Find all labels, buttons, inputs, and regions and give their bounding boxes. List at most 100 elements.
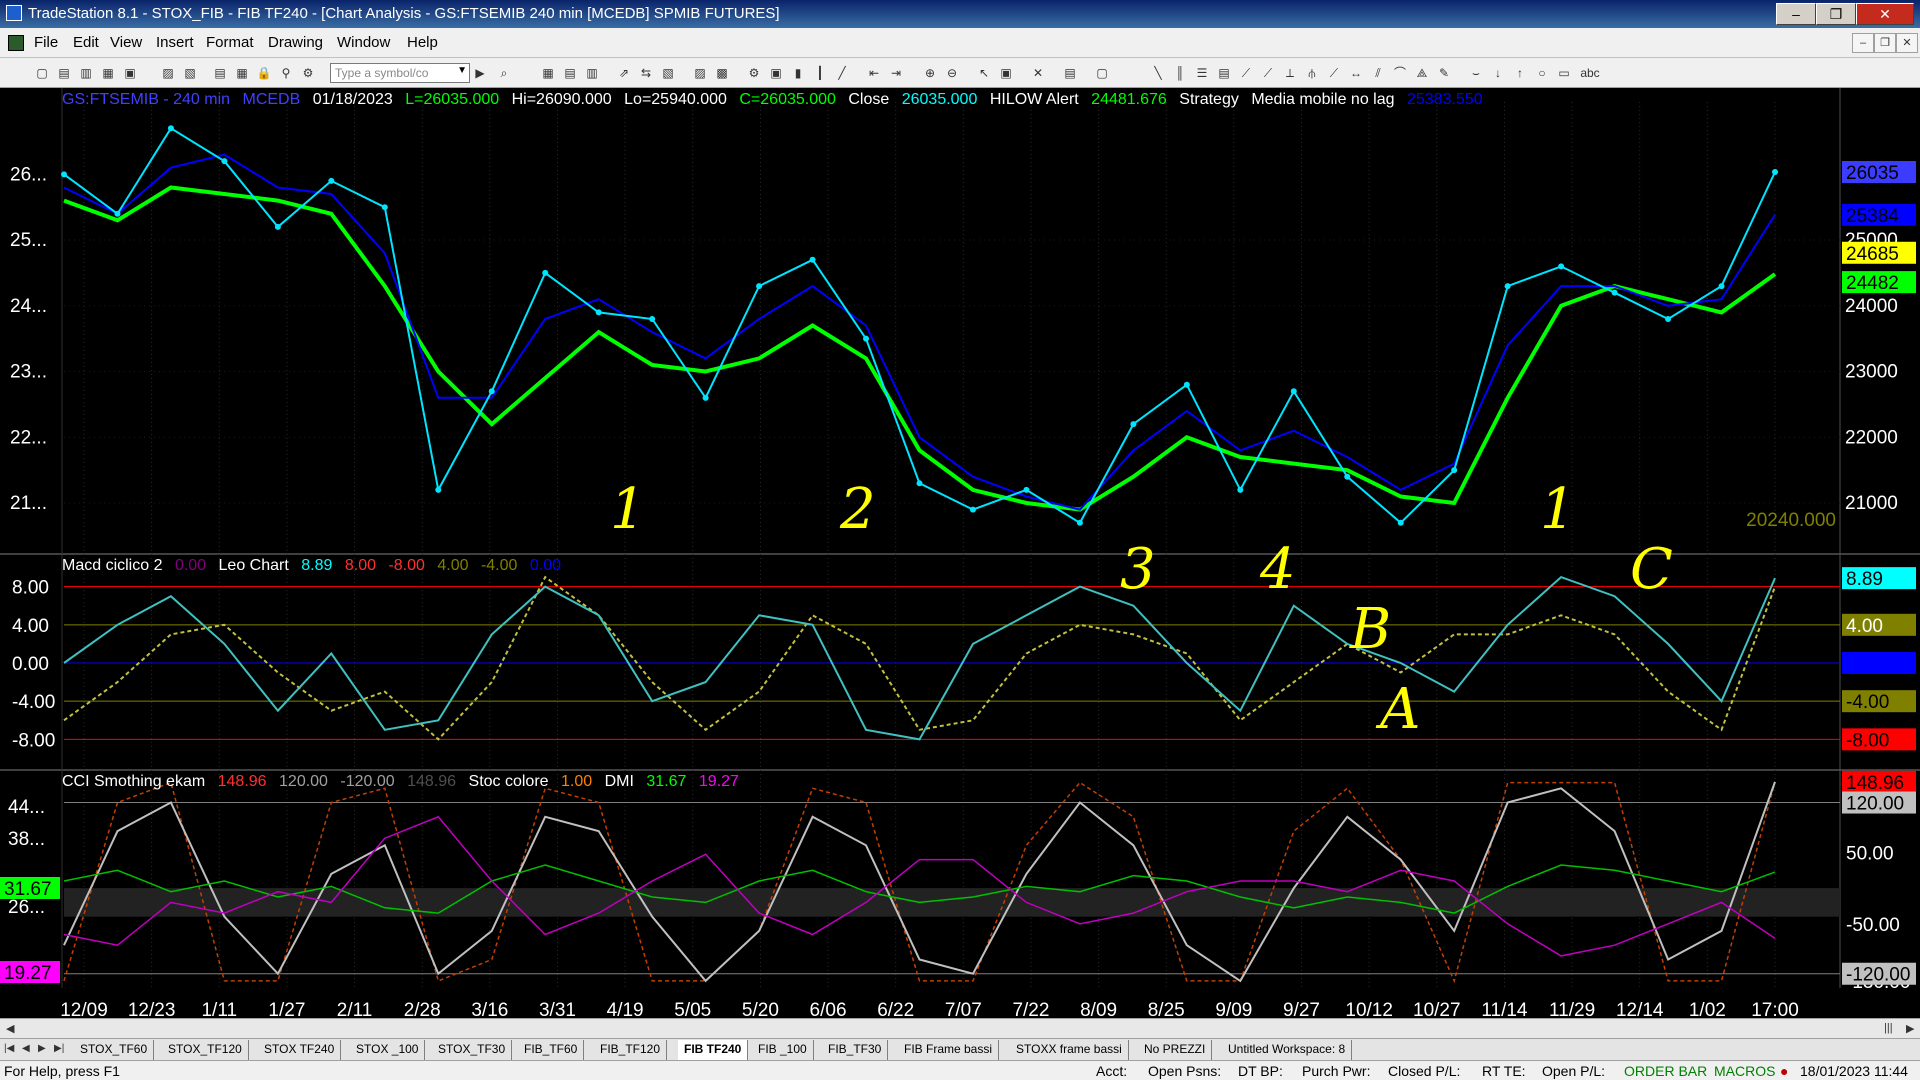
vertical-lines-icon[interactable]: ║	[1172, 65, 1188, 81]
andrews-pitchfork-icon[interactable]: ⫛	[1304, 65, 1320, 81]
window-copy-icon[interactable]: ▨	[692, 65, 708, 81]
rectangle-icon[interactable]: ▭	[1556, 65, 1572, 81]
menu-format[interactable]: Format	[206, 34, 254, 51]
open-icon[interactable]: ▤	[56, 65, 72, 81]
chart-analysis-window[interactable]: 12/09 12/23 1/11 1/27 2/11 2/28 3/16 3/31 4/19 5/…	[0, 88, 1920, 1018]
symbol-lookup-icon[interactable]: ⌕	[496, 65, 512, 81]
horizontal-lines-icon[interactable]: ☰	[1194, 65, 1210, 81]
tab-untitled-workspace[interactable]: Untitled Workspace: 8	[1222, 1040, 1353, 1060]
arrow-down-red-icon[interactable]: ↓	[1490, 65, 1506, 81]
bar-style-icon[interactable]: ▮	[790, 65, 806, 81]
scroll-thumb-icon[interactable]: |||	[1884, 1022, 1893, 1034]
zoom-in-icon[interactable]: ⊕	[922, 65, 938, 81]
print-icon[interactable]: ▨	[160, 65, 176, 81]
tab-fib-100[interactable]: FIB _100	[752, 1040, 814, 1060]
channel-icon[interactable]: ▤	[1216, 65, 1232, 81]
tools-icon[interactable]: ✕	[1030, 65, 1046, 81]
lock-icon[interactable]: 🔒	[256, 65, 272, 81]
tab-stox-100[interactable]: STOX _100	[350, 1040, 426, 1060]
chart-icon[interactable]: ▦	[540, 65, 556, 81]
tab-next-icon[interactable]: ▶	[38, 1043, 46, 1054]
speed-lines-icon[interactable]: ⟋	[1326, 65, 1342, 81]
menu-edit[interactable]: Edit	[73, 34, 99, 51]
candle-style-icon[interactable]: ┃	[812, 65, 828, 81]
mdi-close-button[interactable]: ✕	[1896, 33, 1918, 53]
scanner-icon[interactable]: ⚙	[746, 65, 762, 81]
text-icon[interactable]: abc	[1578, 65, 1602, 81]
menu-view[interactable]: View	[110, 34, 142, 51]
tab-no-prezzi[interactable]: No PREZZI	[1138, 1040, 1213, 1060]
tab-stox-tf120[interactable]: STOX_TF120	[162, 1040, 249, 1060]
insert-strategy-icon[interactable]: ⇆	[638, 65, 654, 81]
window-tile-icon[interactable]: ▦	[234, 65, 250, 81]
scroll-left-icon[interactable]: ⇤	[866, 65, 882, 81]
open-workspace-icon[interactable]: ▥	[78, 65, 94, 81]
minimize-button[interactable]: –	[1776, 3, 1816, 25]
zoom-out-icon[interactable]: ⊖	[944, 65, 960, 81]
tab-stox-tf30[interactable]: STOX_TF30	[432, 1040, 513, 1060]
link-icon[interactable]: ⚲	[278, 65, 294, 81]
tab-last-icon[interactable]: ▶|	[54, 1043, 64, 1054]
circle-icon[interactable]: ○	[1534, 65, 1550, 81]
menu-drawing[interactable]: Drawing	[268, 34, 323, 51]
pointer-icon[interactable]: ↖	[976, 65, 992, 81]
macro-icon[interactable]: ⚙	[300, 65, 316, 81]
trendline-icon[interactable]: ╲	[1150, 65, 1166, 81]
horizontal-scrollbar[interactable]: ◀ ||| ▶	[0, 1018, 1920, 1038]
window-new-icon[interactable]: ▤	[212, 65, 228, 81]
tab-fib-frame-bassi[interactable]: FIB Frame bassi	[898, 1040, 1000, 1060]
menu-help[interactable]: Help	[407, 34, 438, 51]
scroll-right-arrow-icon[interactable]: ▶	[1906, 1022, 1914, 1035]
new-icon[interactable]: ▢	[34, 65, 50, 81]
line-style-icon[interactable]: ╱	[834, 65, 850, 81]
chevron-down-icon[interactable]: ▼	[457, 65, 467, 76]
freehand-icon[interactable]: ⌣	[1468, 65, 1484, 81]
tab-stox-tf60[interactable]: STOX_TF60	[74, 1040, 155, 1060]
menu-window[interactable]: Window	[337, 34, 390, 51]
tab-prev-icon[interactable]: ◀	[22, 1043, 30, 1054]
scroll-right-icon[interactable]: ⇥	[888, 65, 904, 81]
macros-button[interactable]: MACROS	[1714, 1063, 1775, 1079]
menu-file[interactable]: File	[34, 34, 58, 51]
info-icon[interactable]: ▢	[1094, 65, 1110, 81]
chart-trading-icon[interactable]: ▣	[998, 65, 1014, 81]
matrix-icon[interactable]: ▥	[584, 65, 600, 81]
pen-icon[interactable]: ✎	[1436, 65, 1452, 81]
chart-canvas[interactable]: 12/09 12/23 1/11 1/27 2/11 2/28 3/16 3/31 4/19 5/…	[0, 88, 1920, 1018]
data-window-icon[interactable]: ▤	[1062, 65, 1078, 81]
mdi-restore-button[interactable]: ❐	[1874, 33, 1896, 53]
tab-fib-tf120[interactable]: FIB_TF120	[594, 1040, 668, 1060]
order-bar-button[interactable]: ORDER BAR	[1624, 1063, 1707, 1079]
fan-icon[interactable]: ⟁	[1414, 65, 1430, 81]
fibonacci-icon[interactable]: ⟋	[1260, 65, 1276, 81]
price-point	[1718, 283, 1725, 290]
restore-button[interactable]: ❐	[1816, 3, 1856, 25]
scroll-left-arrow-icon[interactable]: ◀	[6, 1022, 14, 1035]
close-button[interactable]: ✕	[1856, 3, 1914, 25]
tab-first-icon[interactable]: |◀	[4, 1043, 14, 1054]
menu-insert[interactable]: Insert	[156, 34, 194, 51]
gann-icon[interactable]: ⟂	[1282, 65, 1298, 81]
tab-fib-tf60[interactable]: FIB_TF60	[518, 1040, 585, 1060]
arrow-horizontal-icon[interactable]: ↔	[1348, 65, 1364, 81]
insert-indicator-icon[interactable]: ⇗	[616, 65, 632, 81]
mdi-minimize-button[interactable]: –	[1852, 33, 1874, 53]
symbol-input[interactable]: Type a symbol/co ▼	[330, 63, 470, 83]
workspace-icon[interactable]: ▦	[100, 65, 116, 81]
print-preview-icon[interactable]: ▧	[182, 65, 198, 81]
radar-icon[interactable]: ▤	[562, 65, 578, 81]
save-icon[interactable]: ▣	[122, 65, 138, 81]
parallel-lines-icon[interactable]: ⫽	[1370, 65, 1386, 81]
analysis-icon[interactable]: ▣	[768, 65, 784, 81]
format-symbol-icon[interactable]: ▧	[660, 65, 676, 81]
tab-fib-tf240[interactable]: FIB TF240	[678, 1040, 749, 1060]
tab-stox-tf240[interactable]: STOX TF240	[258, 1040, 342, 1060]
arrow-up-blue-icon[interactable]: ↑	[1512, 65, 1528, 81]
play-icon[interactable]: ▶	[472, 65, 488, 81]
arc-icon[interactable]: ⌒	[1392, 65, 1408, 81]
tab-fib-tf30[interactable]: FIB_TF30	[822, 1040, 889, 1060]
chart-document-icon[interactable]	[8, 35, 24, 51]
regression-icon[interactable]: ⟋	[1238, 65, 1254, 81]
window-arrange-icon[interactable]: ▩	[714, 65, 730, 81]
tab-stoxx-frame-bassi[interactable]: STOXX frame bassi	[1010, 1040, 1129, 1060]
